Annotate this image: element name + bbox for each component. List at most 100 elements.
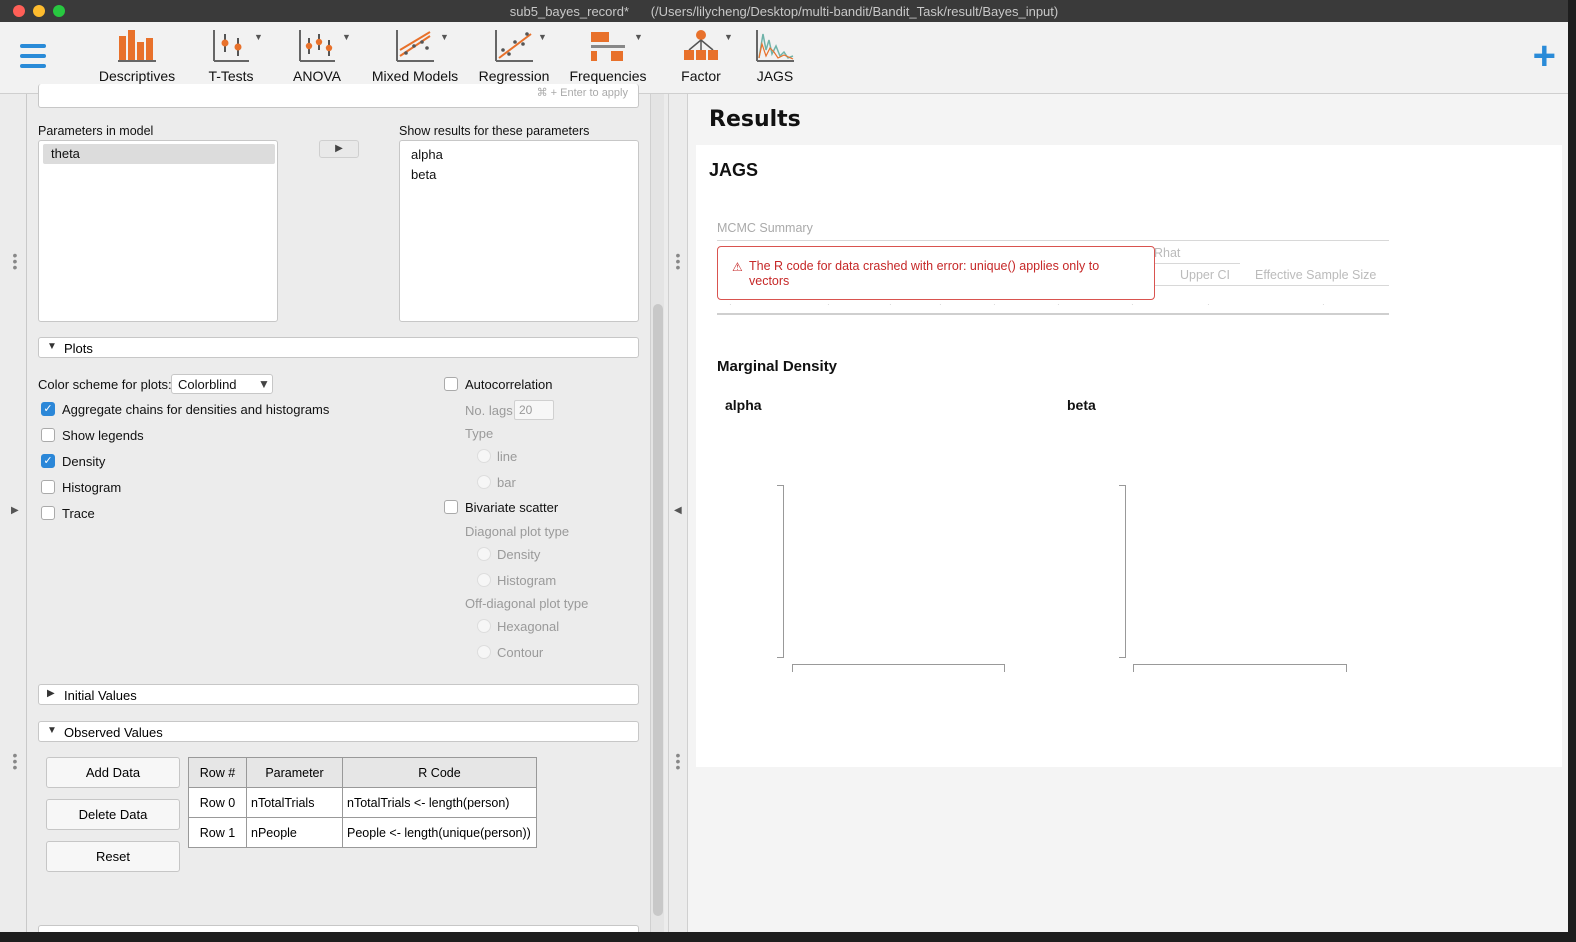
frequencies-dropdown-icon[interactable]: ▼	[634, 32, 643, 42]
histogram-label: Histogram	[62, 480, 122, 495]
reset-button[interactable]: Reset	[46, 841, 180, 872]
list-item[interactable]: beta	[411, 167, 436, 182]
aggregate-chains-checkbox[interactable]: ✓	[41, 402, 55, 416]
jags-results-card	[696, 145, 1562, 767]
column-header: R Code	[342, 757, 537, 788]
params-in-model-list[interactable]: theta	[38, 140, 278, 322]
add-module-icon[interactable]: +	[1533, 36, 1556, 76]
offdiag-contour-label: Contour	[497, 645, 544, 660]
alpha-x-axis	[792, 664, 1005, 672]
r-code-cell[interactable]: People <- length(unique(person))	[342, 817, 537, 848]
mixed-models-button[interactable]: ▼ Mixed Models	[368, 28, 462, 84]
density-checkbox[interactable]: ✓	[41, 454, 55, 468]
diagonal-plot-type-label: Diagonal plot type	[465, 524, 570, 539]
scrollbar-thumb[interactable]	[653, 304, 663, 916]
regression-icon	[493, 28, 535, 64]
column-header-upper-ci: Upper CI	[1180, 268, 1231, 282]
list-item[interactable]: alpha	[411, 147, 443, 162]
bivariate-scatter-checkbox[interactable]	[444, 500, 458, 514]
divider-drag-handle-bottom-icon[interactable]: • • •	[674, 748, 682, 774]
syntax-box[interactable]: ⌘ + Enter to apply	[38, 84, 639, 108]
regression-button[interactable]: ▼ Regression	[476, 28, 552, 84]
options-scrollbar[interactable]	[650, 94, 664, 932]
no-lags-value: 20	[519, 403, 533, 417]
color-scheme-label: Color scheme for plots:	[38, 377, 172, 392]
add-data-button[interactable]: Add Data	[46, 757, 180, 788]
beta-y-axis	[1119, 485, 1126, 658]
collapse-options-icon[interactable]: ◀	[674, 505, 682, 516]
type-bar-radio[interactable]	[477, 475, 491, 489]
descriptives-icon	[117, 28, 157, 64]
type-line-radio[interactable]	[477, 449, 491, 463]
expand-data-panel-icon[interactable]: ▶	[11, 505, 19, 516]
collapse-triangle-icon: ▼	[47, 341, 57, 352]
apply-hint: ⌘ + Enter to apply	[536, 87, 628, 99]
descriptives-button[interactable]: Descriptives	[96, 28, 178, 84]
offdiag-plot-type-label: Off-diagonal plot type	[465, 596, 589, 611]
menu-icon[interactable]	[20, 44, 46, 74]
divider-drag-handle-icon[interactable]: • • •	[674, 248, 682, 274]
left-drag-handle-icon[interactable]: • • •	[11, 248, 19, 274]
trace-label: Trace	[62, 506, 95, 521]
table-row[interactable]: Row 1 nPeople People <- length(unique(pe…	[188, 817, 537, 848]
observed-values-section-title: Observed Values	[64, 725, 163, 740]
observed-values-section-header[interactable]: ▼ Observed Values	[38, 721, 639, 742]
initial-values-section-title: Initial Values	[64, 688, 137, 703]
descriptives-label: Descriptives	[98, 68, 176, 84]
initial-values-section-header[interactable]: ▶ Initial Values	[38, 684, 639, 705]
mixed-models-dropdown-icon[interactable]: ▼	[440, 32, 449, 42]
parameter-cell[interactable]: nTotalTrials	[246, 787, 343, 818]
ttests-label: T-Tests	[208, 68, 254, 84]
offdiag-contour-radio[interactable]	[477, 645, 491, 659]
column-header: Row #	[188, 757, 247, 788]
anova-button[interactable]: ▼ ANOVA	[288, 28, 351, 84]
trace-checkbox[interactable]	[41, 506, 55, 520]
ttests-dropdown-icon[interactable]: ▼	[254, 32, 263, 42]
show-legends-checkbox[interactable]	[41, 428, 55, 442]
plots-section-header[interactable]: ▼ Plots	[38, 337, 639, 358]
color-scheme-value: Colorblind	[178, 377, 237, 392]
left-drag-handle-bottom-icon[interactable]: • • •	[11, 748, 19, 774]
histogram-checkbox[interactable]	[41, 480, 55, 494]
error-message-text: The R code for data crashed with error: …	[749, 259, 1100, 288]
assign-arrow-button[interactable]: ▶	[319, 140, 359, 158]
error-message-box: ⚠ The R code for data crashed with error…	[717, 246, 1155, 300]
warning-icon: ⚠	[732, 260, 743, 274]
color-scheme-dropdown[interactable]: Colorblind ▼	[171, 374, 273, 394]
panel-border	[26, 94, 27, 932]
parameter-cell[interactable]: nPeople	[246, 817, 343, 848]
diag-histogram-radio[interactable]	[477, 573, 491, 587]
diag-density-radio[interactable]	[477, 547, 491, 561]
observed-values-table: Row # Parameter R Code Row 0 nTotalTrial…	[188, 757, 537, 848]
ttests-button[interactable]: ▼ T-Tests	[200, 28, 263, 84]
list-item[interactable]: theta	[43, 144, 275, 164]
table-row[interactable]: Row 0 nTotalTrials nTotalTrials <- lengt…	[188, 787, 537, 818]
factor-button[interactable]: ▼ Factor	[676, 28, 733, 84]
no-lags-input[interactable]: 20	[514, 400, 554, 420]
jags-title: JAGS	[709, 160, 759, 180]
r-code-cell[interactable]: nTotalTrials <- length(person)	[342, 787, 537, 818]
anova-dropdown-icon[interactable]: ▼	[342, 32, 351, 42]
delete-data-button[interactable]: Delete Data	[46, 799, 180, 830]
no-lags-label: No. lags	[465, 403, 513, 418]
show-results-list[interactable]: alpha beta	[399, 140, 639, 322]
aggregate-chains-label: Aggregate chains for densities and histo…	[62, 402, 330, 417]
diag-density-label: Density	[497, 547, 541, 562]
params-in-model-label: Parameters in model	[38, 124, 154, 138]
offdiag-hexagonal-radio[interactable]	[477, 619, 491, 633]
advanced-section-header[interactable]	[38, 925, 639, 932]
frequencies-icon	[587, 28, 629, 64]
regression-dropdown-icon[interactable]: ▼	[538, 32, 547, 42]
column-header-rhat: Rhat	[1154, 246, 1181, 260]
jags-button[interactable]: JAGS	[752, 28, 798, 84]
factor-dropdown-icon[interactable]: ▼	[724, 32, 733, 42]
param-theta: theta	[51, 146, 80, 161]
jags-label: JAGS	[756, 68, 794, 84]
autocorrelation-checkbox[interactable]	[444, 377, 458, 391]
results-title: Results	[709, 107, 801, 132]
anova-icon	[297, 28, 337, 64]
frequencies-button[interactable]: ▼ Frequencies	[566, 28, 650, 84]
panel-divider[interactable]: • • • ◀ • • •	[668, 94, 688, 932]
beta-x-axis	[1133, 664, 1347, 672]
alpha-y-axis	[777, 485, 784, 658]
